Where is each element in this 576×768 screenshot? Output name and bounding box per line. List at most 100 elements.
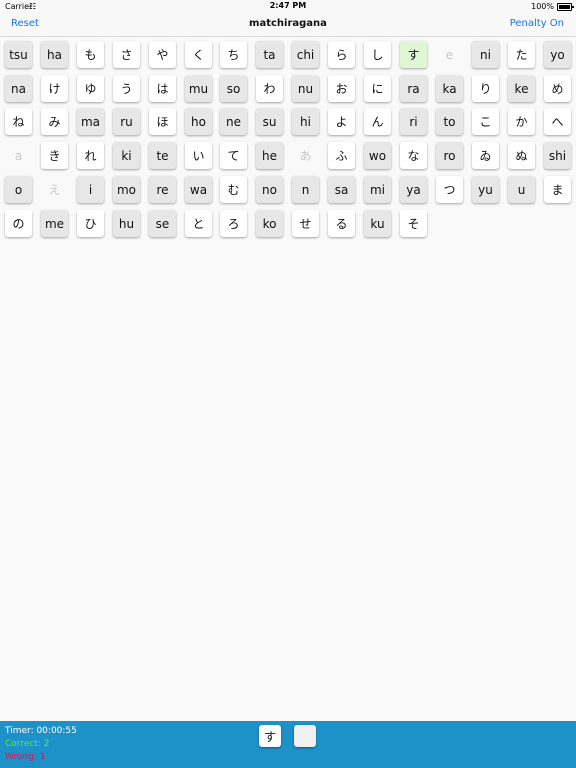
tile-matched: e xyxy=(445,47,454,62)
tile[interactable]: み xyxy=(41,108,68,135)
footer-bar: Timer: 00:00:55 Correct: 2 Wrong: 1 す xyxy=(0,721,576,768)
tile[interactable]: u xyxy=(508,176,535,203)
tile[interactable]: つ xyxy=(436,176,463,203)
tile[interactable]: ろ xyxy=(220,210,247,237)
tile[interactable]: yo xyxy=(544,41,571,68)
tile[interactable]: tsu xyxy=(5,41,32,68)
clock: 2:47 PM xyxy=(269,1,307,10)
tile[interactable]: お xyxy=(328,75,355,102)
tile[interactable]: i xyxy=(77,176,104,203)
tile[interactable]: ma xyxy=(77,108,104,135)
tile[interactable]: ゐ xyxy=(472,142,499,169)
tile[interactable]: ぬ xyxy=(508,142,535,169)
tile[interactable]: に xyxy=(364,75,391,102)
tile[interactable]: ku xyxy=(364,210,391,237)
tile[interactable]: wa xyxy=(185,176,212,203)
tile[interactable]: ne xyxy=(220,108,247,135)
tile[interactable]: の xyxy=(5,210,32,237)
tile[interactable]: し xyxy=(364,41,391,68)
tile[interactable]: he xyxy=(256,142,283,169)
tile[interactable]: そ xyxy=(400,210,427,237)
tile[interactable]: shi xyxy=(544,142,571,169)
tile[interactable]: no xyxy=(256,176,283,203)
tile-selected[interactable]: す xyxy=(400,41,427,68)
tile[interactable]: ゆ xyxy=(77,75,104,102)
tile[interactable]: い xyxy=(185,142,212,169)
selected-slot-a: す xyxy=(259,725,281,747)
tile[interactable]: る xyxy=(328,210,355,237)
tile[interactable]: て xyxy=(220,142,247,169)
tile[interactable]: to xyxy=(436,108,463,135)
tile[interactable]: sa xyxy=(328,176,355,203)
tile[interactable]: め xyxy=(544,75,571,102)
tile[interactable]: chi xyxy=(292,41,319,68)
tile[interactable]: ね xyxy=(5,108,32,135)
tile[interactable]: hi xyxy=(292,108,319,135)
tile[interactable]: ら xyxy=(328,41,355,68)
tile[interactable]: me xyxy=(41,210,68,237)
tile[interactable]: ha xyxy=(41,41,68,68)
tile[interactable]: や xyxy=(149,41,176,68)
tile[interactable]: さ xyxy=(113,41,140,68)
tile[interactable]: も xyxy=(77,41,104,68)
tile[interactable]: こ xyxy=(472,108,499,135)
tile[interactable]: ri xyxy=(400,108,427,135)
tile[interactable]: nu xyxy=(292,75,319,102)
tile[interactable]: へ xyxy=(544,108,571,135)
tile[interactable]: so xyxy=(220,75,247,102)
tile[interactable]: mu xyxy=(185,75,212,102)
tile[interactable]: は xyxy=(149,75,176,102)
tile[interactable]: wo xyxy=(364,142,391,169)
tile[interactable]: わ xyxy=(256,75,283,102)
tile[interactable]: ta xyxy=(256,41,283,68)
tile[interactable]: け xyxy=(41,75,68,102)
tile[interactable]: ra xyxy=(400,75,427,102)
tile[interactable]: り xyxy=(472,75,499,102)
tile[interactable]: ko xyxy=(256,210,283,237)
tile[interactable]: よ xyxy=(328,108,355,135)
wrong-count: Wrong: 1 xyxy=(5,752,46,762)
tile[interactable]: re xyxy=(149,176,176,203)
tile[interactable]: ka xyxy=(436,75,463,102)
tile[interactable]: き xyxy=(41,142,68,169)
tile[interactable]: た xyxy=(508,41,535,68)
correct-count: Correct: 2 xyxy=(5,739,50,749)
tile[interactable]: ひ xyxy=(77,210,104,237)
tile[interactable]: と xyxy=(185,210,212,237)
selected-slot-b xyxy=(294,725,316,747)
tile[interactable]: n xyxy=(292,176,319,203)
tile[interactable]: ke xyxy=(508,75,535,102)
tile-matched: あ xyxy=(299,149,312,163)
tile[interactable]: く xyxy=(185,41,212,68)
tile[interactable]: o xyxy=(5,176,32,203)
tile[interactable]: う xyxy=(113,75,140,102)
tile[interactable]: む xyxy=(220,176,247,203)
penalty-toggle-button[interactable]: Penalty On xyxy=(510,18,564,29)
tile[interactable]: ん xyxy=(364,108,391,135)
tile[interactable]: hu xyxy=(113,210,140,237)
tile[interactable]: ni xyxy=(472,41,499,68)
tile[interactable]: ま xyxy=(544,176,571,203)
tile[interactable]: te xyxy=(149,142,176,169)
tile[interactable]: ち xyxy=(220,41,247,68)
tile[interactable]: su xyxy=(256,108,283,135)
tile[interactable]: yu xyxy=(472,176,499,203)
tile[interactable]: れ xyxy=(77,142,104,169)
tile[interactable]: mo xyxy=(113,176,140,203)
tile[interactable]: な xyxy=(400,142,427,169)
tile[interactable]: ya xyxy=(400,176,427,203)
tile[interactable]: ho xyxy=(185,108,212,135)
tile[interactable]: mi xyxy=(364,176,391,203)
tile[interactable]: na xyxy=(5,75,32,102)
battery-percent: 100% xyxy=(531,2,554,11)
tile[interactable]: か xyxy=(508,108,535,135)
tile[interactable]: ki xyxy=(113,142,140,169)
tile[interactable]: se xyxy=(149,210,176,237)
tile-matched: a xyxy=(14,148,23,163)
tile[interactable]: ru xyxy=(113,108,140,135)
tile[interactable]: ふ xyxy=(328,142,355,169)
tile[interactable]: ほ xyxy=(149,108,176,135)
timer-label: Timer: 00:00:55 xyxy=(5,726,77,736)
tile[interactable]: せ xyxy=(292,210,319,237)
tile[interactable]: ro xyxy=(436,142,463,169)
